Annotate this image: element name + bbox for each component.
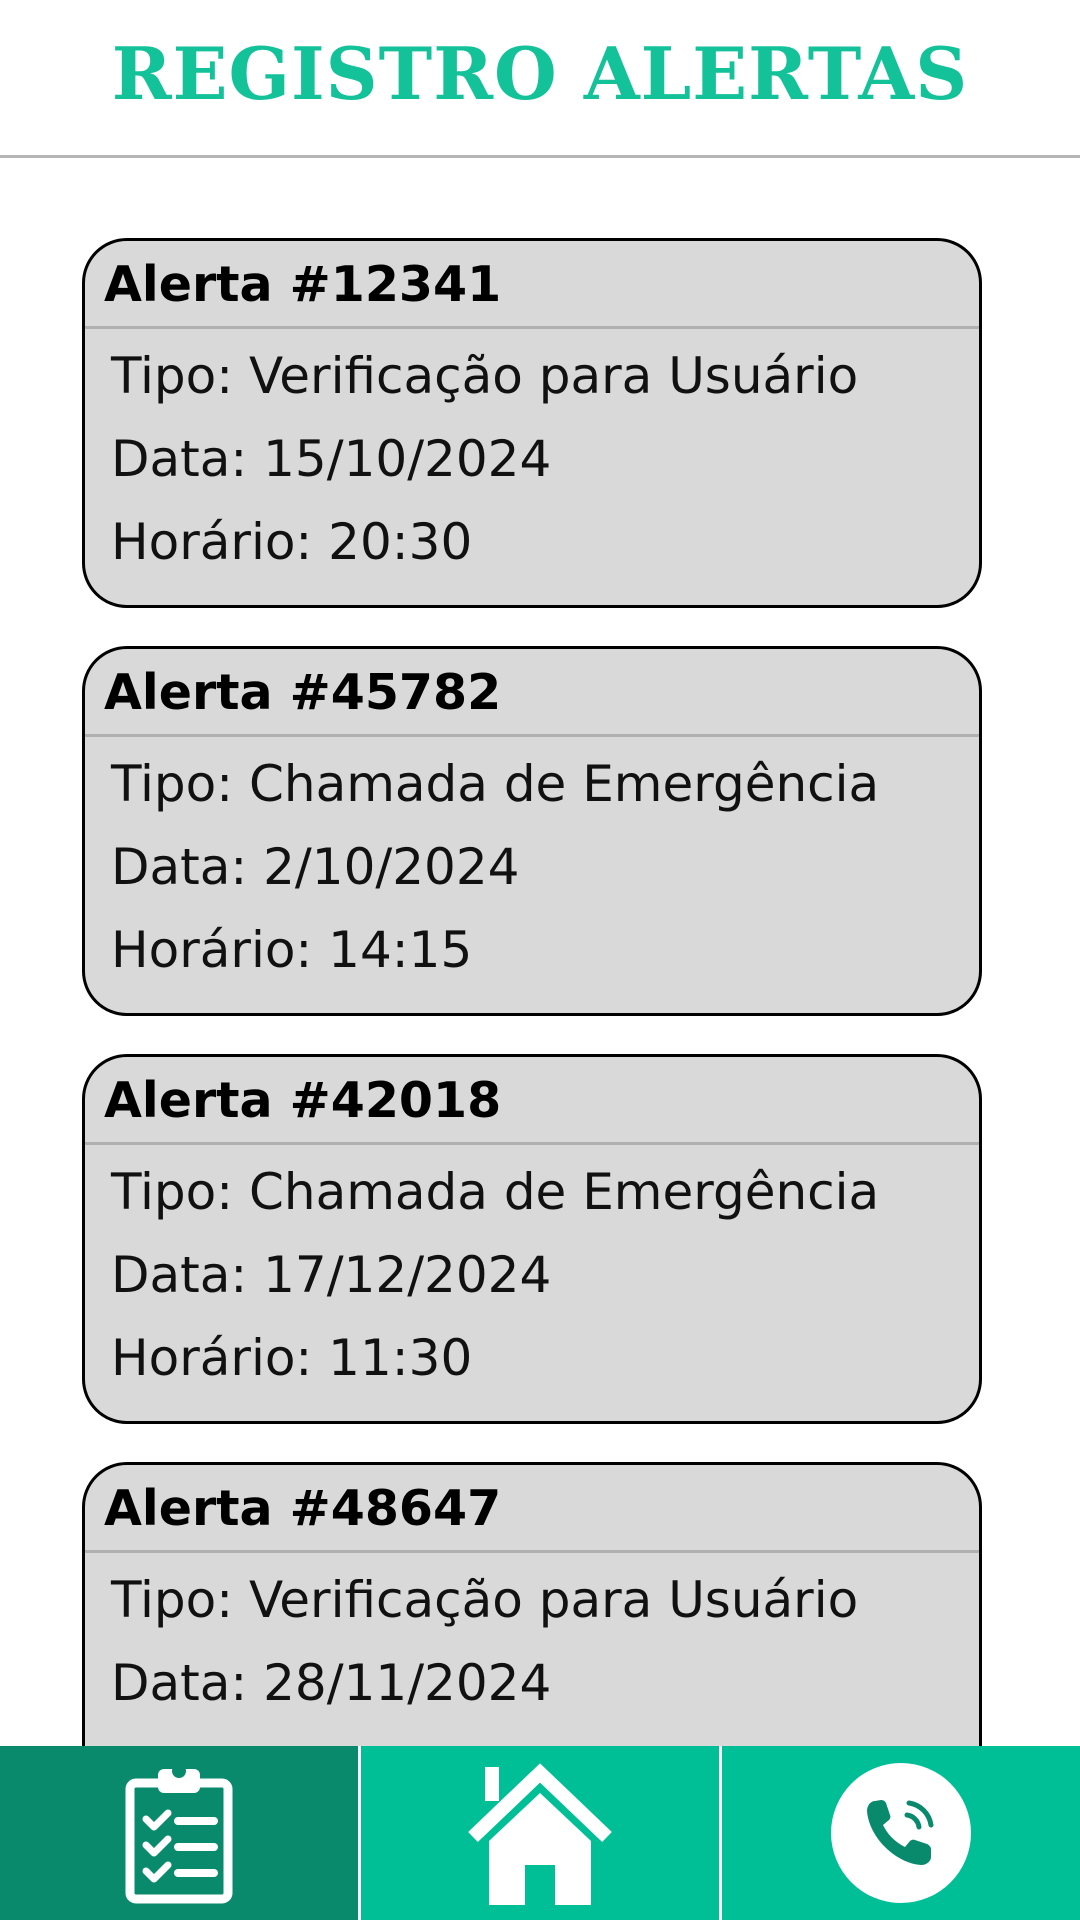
call-button-circle [831,1763,971,1903]
alert-title: Alerta #12341 [104,256,502,313]
alert-card[interactable]: Alerta #12341 Tipo: Verificação para Usu… [82,238,982,608]
alert-title: Alerta #42018 [104,1072,502,1129]
alert-card-header: Alerta #42018 [85,1057,979,1145]
alert-time: Horário: 14:15 [111,921,473,979]
alert-type: Tipo: Verificação para Usuário [111,347,859,405]
alert-details: Tipo: Verificação para Usuário Data: 15/… [85,329,979,584]
alert-date: Data: 28/11/2024 [111,1654,552,1712]
alert-card[interactable]: Alerta #42018 Tipo: Chamada de Emergênci… [82,1054,982,1424]
alert-card-header: Alerta #45782 [85,649,979,737]
alert-card-header: Alerta #12341 [85,241,979,329]
phone-call-icon [867,1800,934,1865]
alert-time: Horário: 20:30 [111,513,473,571]
nav-home-button[interactable] [361,1746,719,1920]
alert-details: Tipo: Chamada de Emergência Data: 17/12/… [85,1145,979,1400]
nav-alerts-button[interactable] [0,1746,358,1920]
alert-card-header: Alerta #48647 [85,1465,979,1553]
alert-time: Horário: 11:30 [111,1329,473,1387]
page-title: REGISTRO ALERTAS [111,31,969,116]
alert-title: Alerta #45782 [104,664,502,721]
alert-details: Tipo: Chamada de Emergência Data: 2/10/2… [85,737,979,992]
nav-emergency-call-button[interactable] [722,1746,1080,1920]
home-icon [468,1763,612,1905]
app-header: REGISTRO ALERTAS [0,0,1080,158]
alert-date: Data: 17/12/2024 [111,1246,552,1304]
alert-details: Tipo: Verificação para Usuário Data: 28/… [85,1553,979,1725]
bottom-nav [0,1746,1080,1920]
alert-type: Tipo: Verificação para Usuário [111,1571,859,1629]
alert-date: Data: 15/10/2024 [111,430,552,488]
alert-list[interactable]: Alerta #12341 Tipo: Verificação para Usu… [0,158,1080,1746]
alert-title: Alerta #48647 [104,1480,502,1537]
alert-date: Data: 2/10/2024 [111,838,520,896]
clipboard-checklist-icon [125,1764,233,1904]
alert-type: Tipo: Chamada de Emergência [111,755,880,813]
alert-type: Tipo: Chamada de Emergência [111,1163,880,1221]
alert-card[interactable]: Alerta #48647 Tipo: Verificação para Usu… [82,1462,982,1746]
alert-card[interactable]: Alerta #45782 Tipo: Chamada de Emergênci… [82,646,982,1016]
